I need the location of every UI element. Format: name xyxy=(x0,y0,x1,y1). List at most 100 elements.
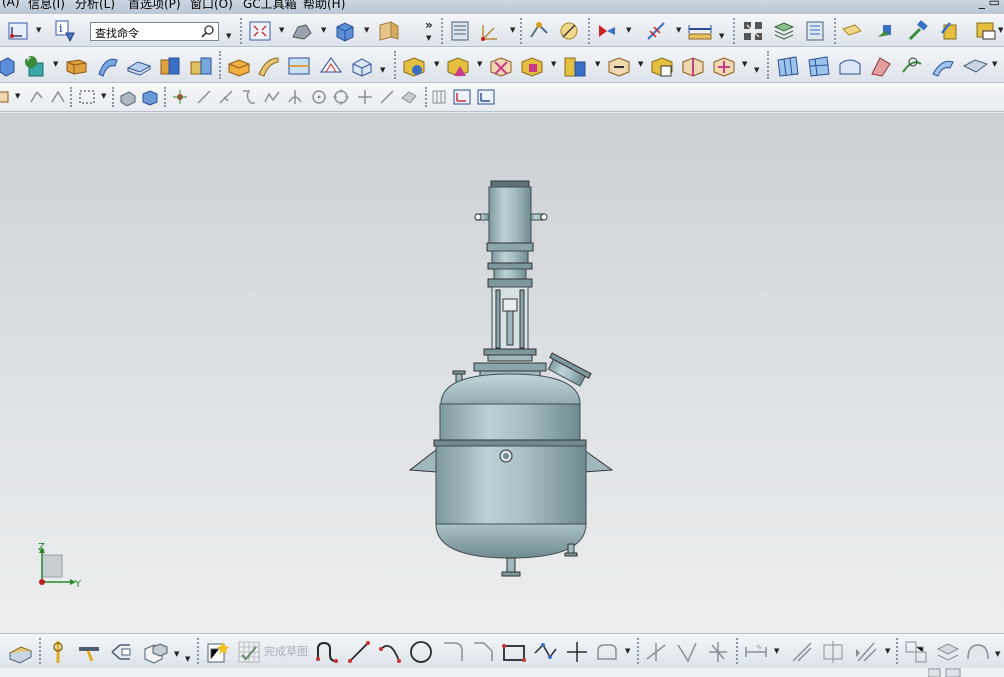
block-icon[interactable] xyxy=(64,54,90,78)
feature-list-icon[interactable] xyxy=(803,19,827,43)
snap-icon[interactable] xyxy=(27,88,45,106)
chamfer-icon[interactable] xyxy=(470,639,496,665)
circle-center-icon[interactable] xyxy=(310,88,328,106)
surface-op-5-icon[interactable] xyxy=(899,54,925,78)
existing-point-icon[interactable] xyxy=(356,88,374,106)
chevron-down-icon[interactable]: ▼ xyxy=(426,34,431,42)
render-style-icon[interactable] xyxy=(290,19,314,43)
arc-center-icon[interactable] xyxy=(286,88,304,106)
wcs-dynamic-icon[interactable] xyxy=(453,88,471,106)
menu-item-window[interactable]: 窗口(O) xyxy=(190,0,233,12)
chevron-down-icon[interactable]: ▼ xyxy=(226,32,231,40)
mid-point-icon[interactable] xyxy=(217,88,235,106)
select-feature-icon[interactable] xyxy=(119,88,137,106)
chevron-down-icon[interactable]: ▼ xyxy=(885,647,890,655)
boss-icon[interactable] xyxy=(188,54,214,78)
snap-end-icon[interactable] xyxy=(49,88,67,106)
measure-length-icon[interactable] xyxy=(687,19,713,43)
search-icon[interactable] xyxy=(201,24,215,38)
feature-op-8-icon[interactable] xyxy=(680,54,706,78)
menu-item-a[interactable]: (A) xyxy=(2,0,20,9)
chevron-down-icon[interactable]: ▼ xyxy=(995,650,1000,658)
hammer-tool-icon[interactable] xyxy=(906,19,930,43)
arc-icon[interactable] xyxy=(377,639,403,665)
layer-settings-icon[interactable] xyxy=(377,19,401,43)
graphics-viewport[interactable]: Z Y xyxy=(0,113,1004,633)
chevron-down-icon[interactable]: ▼ xyxy=(36,26,41,34)
feature-op-1-icon[interactable] xyxy=(401,54,427,78)
drafting-table-icon[interactable] xyxy=(974,19,998,43)
feature-op-5-icon[interactable] xyxy=(562,54,588,78)
chevron-down-icon[interactable]: ▼ xyxy=(279,26,284,34)
chevron-down-icon[interactable]: ▼ xyxy=(380,66,385,74)
offset-face-icon[interactable] xyxy=(226,54,252,78)
wcs-origin-icon[interactable] xyxy=(477,88,495,106)
command-search-input[interactable]: 查找命令 xyxy=(90,22,219,41)
sketch-ruler-icon[interactable] xyxy=(76,639,102,665)
tag-icon[interactable] xyxy=(840,19,864,43)
surface-op-4-icon[interactable] xyxy=(868,54,894,78)
menu-item-gc-toolbox[interactable]: GC工具箱 xyxy=(243,0,297,12)
reactor-vessel-model[interactable] xyxy=(0,113,1004,633)
alternate-solution-icon[interactable] xyxy=(964,639,992,665)
chevron-down-icon[interactable]: ▼ xyxy=(754,66,759,74)
sphere-face-icon[interactable] xyxy=(349,54,375,78)
chevron-down-icon[interactable]: ▼ xyxy=(625,647,630,655)
sweep-icon[interactable] xyxy=(95,54,121,78)
chevron-down-icon[interactable]: ▼ xyxy=(477,60,482,68)
chevron-down-icon[interactable]: ▼ xyxy=(676,26,681,34)
profile-icon[interactable] xyxy=(314,639,340,665)
thicken-icon[interactable] xyxy=(126,54,152,78)
move-component-icon[interactable] xyxy=(938,19,962,43)
grid-snap-icon[interactable] xyxy=(431,88,447,106)
type-filter-icon[interactable] xyxy=(0,90,10,104)
circle-icon[interactable] xyxy=(408,639,434,665)
chevron-down-icon[interactable]: ▼ xyxy=(15,92,20,100)
menu-item-help[interactable]: 帮助(H) xyxy=(303,0,345,12)
chevron-down-icon[interactable]: ▼ xyxy=(742,60,747,68)
info-object-icon[interactable]: i xyxy=(54,19,78,43)
sketch-task-env-icon[interactable] xyxy=(205,639,231,665)
chevron-down-icon[interactable]: ▼ xyxy=(595,60,600,68)
select-body-icon[interactable] xyxy=(141,88,159,106)
sketch-block-icon[interactable] xyxy=(142,639,170,665)
sketch-icon[interactable] xyxy=(7,639,33,665)
snap-point-multi-icon[interactable] xyxy=(171,88,189,106)
chevron-down-icon[interactable]: ▼ xyxy=(551,60,556,68)
point-on-curve-icon[interactable] xyxy=(378,88,396,106)
feature-op-3-icon[interactable] xyxy=(488,54,514,78)
point-on-face-icon[interactable] xyxy=(400,88,418,106)
add-component-icon[interactable] xyxy=(875,19,899,43)
control-point-icon[interactable] xyxy=(239,88,257,106)
layers-icon[interactable] xyxy=(772,19,796,43)
quick-trim-icon[interactable] xyxy=(644,639,668,665)
feature-op-4-icon[interactable] xyxy=(519,54,545,78)
point-icon[interactable] xyxy=(564,639,590,665)
quadrant-point-icon[interactable] xyxy=(332,88,350,106)
relations-browser-icon[interactable] xyxy=(903,639,929,665)
dimension-icon[interactable] xyxy=(743,639,769,665)
toolbar-overflow-icon[interactable]: » xyxy=(425,18,433,32)
chevron-down-icon[interactable]: ▼ xyxy=(185,655,190,663)
feature-op-9-icon[interactable] xyxy=(711,54,737,78)
chevron-down-icon[interactable]: ▼ xyxy=(719,32,724,40)
chevron-down-icon[interactable]: ▼ xyxy=(774,647,779,655)
sketch-chain-icon[interactable] xyxy=(47,639,69,665)
chevron-down-icon[interactable]: ▼ xyxy=(101,92,106,100)
chevron-down-icon[interactable]: ▼ xyxy=(638,60,643,68)
finish-sketch-icon[interactable] xyxy=(236,639,262,665)
sketch-plane-icon[interactable] xyxy=(7,20,29,42)
geometric-constraint-icon[interactable] xyxy=(790,639,814,665)
end-point-icon[interactable] xyxy=(195,88,213,106)
polyline-icon[interactable] xyxy=(532,639,558,665)
surface-op-6-icon[interactable] xyxy=(930,54,956,78)
feature-op-2-icon[interactable] xyxy=(445,54,471,78)
intersection-point-icon[interactable] xyxy=(263,88,281,106)
fit-view-icon[interactable] xyxy=(248,19,272,43)
menu-item-preferences[interactable]: 首选项(P) xyxy=(128,0,181,12)
snap-point-icon[interactable] xyxy=(595,19,619,43)
surface-op-7-icon[interactable] xyxy=(961,54,989,78)
window-controls[interactable]: _ ▭ xyxy=(979,0,1000,9)
through-curves-icon[interactable] xyxy=(318,54,344,78)
quick-extend-icon[interactable] xyxy=(675,639,699,665)
